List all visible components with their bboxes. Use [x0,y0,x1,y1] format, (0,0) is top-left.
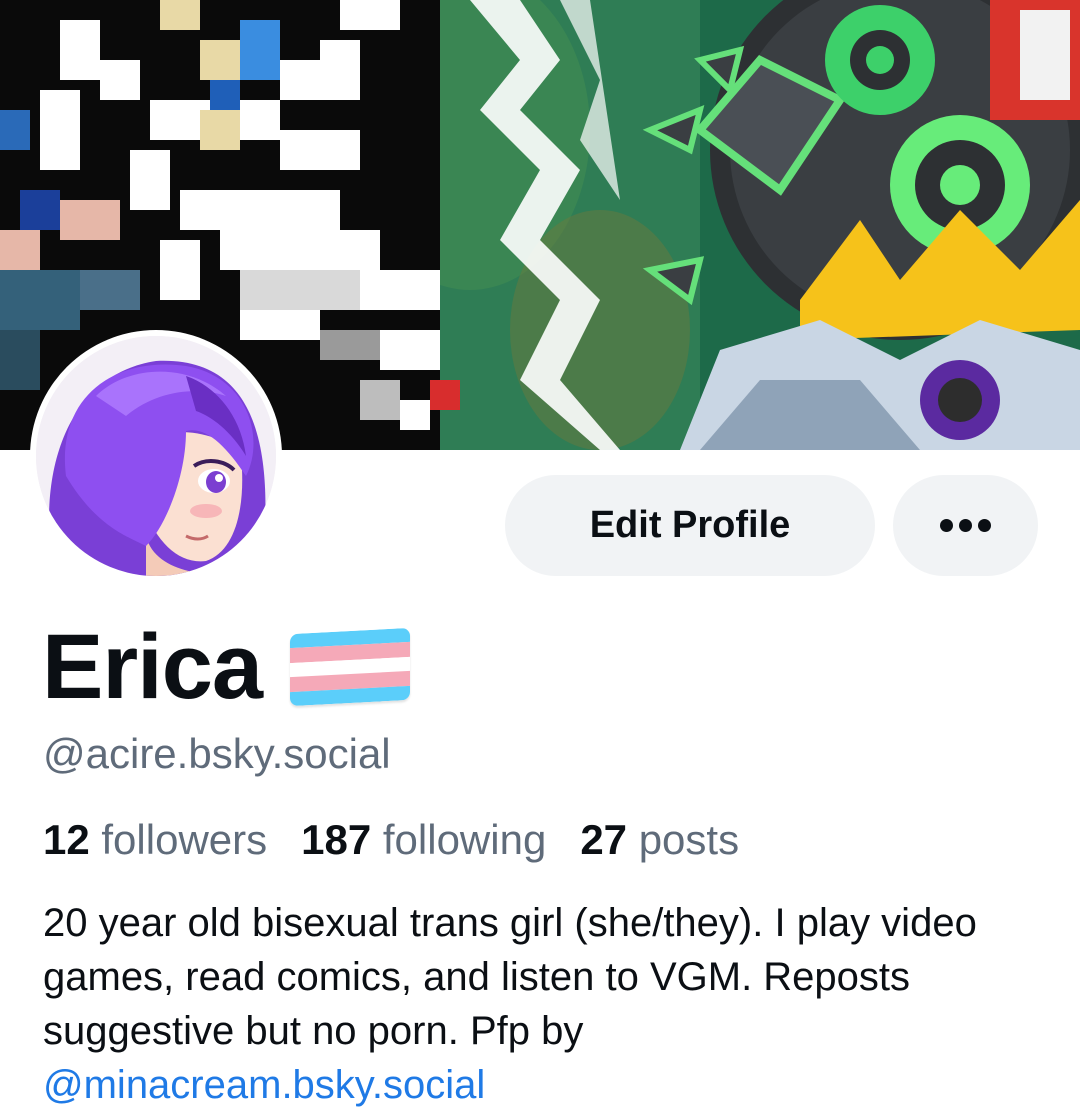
avatar-image [36,336,276,576]
following-count: 187 [301,816,372,863]
profile-bio: 20 year old bisexual trans girl (she/the… [43,896,1053,1112]
ellipsis-icon [978,519,991,532]
transgender-flag-icon [290,627,411,707]
edit-profile-button[interactable]: Edit Profile [505,475,875,576]
posts-label: posts [638,816,740,863]
avatar[interactable] [30,330,282,582]
following-label: following [382,816,547,863]
display-name: Erica [42,616,263,718]
bio-mention-link[interactable]: @minacream.bsky.social [43,1063,485,1107]
posts-stat: 27 posts [580,816,739,864]
followers-stat[interactable]: 12 followers [43,816,267,864]
followers-label: followers [101,816,268,863]
posts-count: 27 [580,816,628,863]
ellipsis-icon [940,519,953,532]
profile-page: Edit Profile Erica @acire.bsky.social 12… [0,0,1080,1113]
profile-handle: @acire.bsky.social [43,730,391,777]
followers-count: 12 [43,816,90,863]
more-options-button[interactable] [893,475,1038,576]
profile-stats: 12 followers 187 following 27 posts [43,816,739,864]
display-name-row: Erica [42,612,411,722]
following-stat[interactable]: 187 following [301,816,546,864]
bio-text: 20 year old bisexual trans girl (she/the… [43,901,977,1053]
ellipsis-icon [959,519,972,532]
